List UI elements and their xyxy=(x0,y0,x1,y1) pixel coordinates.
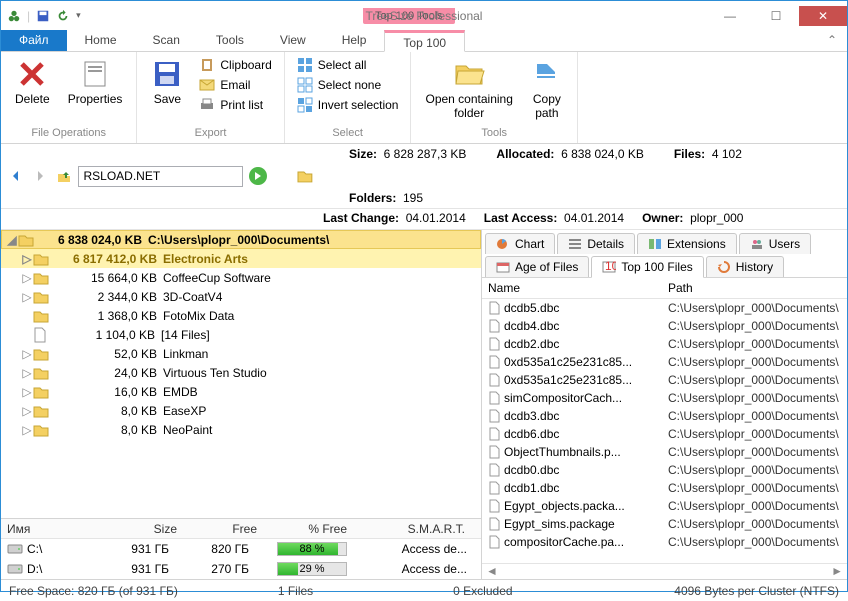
status-files: 1 Files xyxy=(278,584,353,598)
tree-row[interactable]: ▷6 817 412,0 KBElectronic Arts xyxy=(1,249,481,268)
save-button[interactable]: Save xyxy=(147,56,187,108)
nav-up-button[interactable] xyxy=(55,167,73,185)
drives-header-name[interactable]: Имя xyxy=(7,522,97,536)
refresh-icon[interactable] xyxy=(56,9,70,23)
folder-info-icon xyxy=(297,168,313,184)
file-row[interactable]: simCompositorCach...C:\Users\plopr_000\D… xyxy=(482,389,847,407)
tab-home[interactable]: Home xyxy=(67,30,135,51)
select-all-button[interactable]: Select all xyxy=(295,56,401,74)
file-list[interactable]: dcdb5.dbcC:\Users\plopr_000\Documents\dc… xyxy=(482,299,847,563)
print-list-button[interactable]: Print list xyxy=(197,96,273,114)
rtab-chart[interactable]: Chart xyxy=(485,233,555,254)
nav-forward-button[interactable] xyxy=(31,167,49,185)
group-tools: Tools xyxy=(421,125,566,141)
file-row[interactable]: dcdb0.dbcC:\Users\plopr_000\Documents\ xyxy=(482,461,847,479)
directory-tree[interactable]: ◢ 6 838 024,0 KB C:\Users\plopr_000\Docu… xyxy=(1,230,481,490)
open-containing-folder-button[interactable]: Open containing folder xyxy=(421,56,516,122)
status-free-space: Free Space: 820 ГБ (of 931 ГБ) xyxy=(9,584,218,598)
tree-row[interactable]: 1 104,0 KB[14 Files] xyxy=(1,325,481,344)
file-row[interactable]: 0xd535a1c25e231c85...C:\Users\plopr_000\… xyxy=(482,371,847,389)
status-cluster: 4096 Bytes per Cluster (NTFS) xyxy=(674,584,839,598)
tree-root[interactable]: ◢ 6 838 024,0 KB C:\Users\plopr_000\Docu… xyxy=(1,230,481,249)
window-title: TreeSize Professional xyxy=(366,9,483,23)
status-excluded: 0 Excluded xyxy=(453,584,552,598)
file-row[interactable]: dcdb5.dbcC:\Users\plopr_000\Documents\ xyxy=(482,299,847,317)
copy-path-button[interactable]: Copy path xyxy=(527,56,567,122)
file-row[interactable]: dcdb3.dbcC:\Users\plopr_000\Documents\ xyxy=(482,407,847,425)
file-row[interactable]: 0xd535a1c25e231c85...C:\Users\plopr_000\… xyxy=(482,353,847,371)
tree-row[interactable]: ▷52,0 KBLinkman xyxy=(1,344,481,363)
tree-row[interactable]: ▷2 344,0 KB3D-CoatV4 xyxy=(1,287,481,306)
collapse-ribbon-icon[interactable]: ⌃ xyxy=(827,33,837,47)
go-button[interactable] xyxy=(249,167,267,185)
rtab-users[interactable]: Users xyxy=(739,233,811,254)
tab-top100[interactable]: Top 100 xyxy=(384,30,465,52)
address-input[interactable] xyxy=(78,166,243,187)
tab-tools[interactable]: Tools xyxy=(198,30,262,51)
drives-header-free[interactable]: Free xyxy=(177,522,257,536)
address-bar-row: Size: 6 828 287,3 KB Allocated: 6 838 02… xyxy=(1,144,847,209)
file-row[interactable]: dcdb1.dbcC:\Users\plopr_000\Documents\ xyxy=(482,479,847,497)
tree-row[interactable]: ▷8,0 KBEaseXP xyxy=(1,401,481,420)
file-row[interactable]: Egypt_objects.packa...C:\Users\plopr_000… xyxy=(482,497,847,515)
tree-row[interactable]: ▷8,0 KBNeoPaint xyxy=(1,420,481,439)
file-row[interactable]: compositorCache.pa...C:\Users\plopr_000\… xyxy=(482,533,847,551)
info-row-2: Last Change: 04.01.2014 Last Access: 04.… xyxy=(1,209,847,230)
drive-row[interactable]: D:\ 931 ГБ 270 ГБ 29 % Access de... xyxy=(1,559,481,579)
right-tabs: Chart Details Extensions Users Age of Fi… xyxy=(482,230,847,278)
close-button[interactable]: ✕ xyxy=(799,6,847,26)
qat-dropdown-icon[interactable]: ▾ xyxy=(76,10,81,21)
file-row[interactable]: dcdb6.dbcC:\Users\plopr_000\Documents\ xyxy=(482,425,847,443)
drives-header-size[interactable]: Size xyxy=(97,522,177,536)
drives-header-smart[interactable]: S.M.A.R.T. xyxy=(347,522,475,536)
hscroll-right-icon[interactable]: ► xyxy=(831,564,843,579)
qat-divider: | xyxy=(27,9,30,23)
group-select: Select xyxy=(295,125,401,141)
file-row[interactable]: dcdb2.dbcC:\Users\plopr_000\Documents\ xyxy=(482,335,847,353)
minimize-button[interactable]: — xyxy=(707,6,753,26)
tree-row[interactable]: ▷15 664,0 KBCoffeeCup Software xyxy=(1,268,481,287)
rtab-history[interactable]: History xyxy=(706,256,784,277)
tab-scan[interactable]: Scan xyxy=(135,30,198,51)
tab-view[interactable]: View xyxy=(262,30,324,51)
file-list-header-name[interactable]: Name xyxy=(488,281,668,295)
save-icon[interactable] xyxy=(36,9,50,23)
properties-button[interactable]: Properties xyxy=(64,56,127,108)
tree-row[interactable]: ▷16,0 KBEMDB xyxy=(1,382,481,401)
rtab-details[interactable]: Details xyxy=(557,233,635,254)
delete-button[interactable]: Delete xyxy=(11,56,54,108)
app-icon xyxy=(7,9,21,23)
titlebar: | ▾ Top 100 Tools TreeSize Professional … xyxy=(1,1,847,30)
hscroll-left-icon[interactable]: ◄ xyxy=(486,564,498,579)
drives-header-pct[interactable]: % Free xyxy=(257,522,347,536)
tab-file[interactable]: Файл xyxy=(1,30,67,51)
file-list-header-path[interactable]: Path xyxy=(668,281,693,295)
file-row[interactable]: ObjectThumbnails.p...C:\Users\plopr_000\… xyxy=(482,443,847,461)
maximize-button[interactable]: ☐ xyxy=(753,6,799,26)
rtab-age[interactable]: Age of Files xyxy=(485,256,589,277)
rtab-extensions[interactable]: Extensions xyxy=(637,233,737,254)
group-file-operations: File Operations xyxy=(11,125,126,141)
file-row[interactable]: dcdb4.dbcC:\Users\plopr_000\Documents\ xyxy=(482,317,847,335)
tab-help[interactable]: Help xyxy=(324,30,385,51)
nav-back-button[interactable] xyxy=(7,167,25,185)
tree-row[interactable]: ▷24,0 KBVirtuous Ten Studio xyxy=(1,363,481,382)
svg-text:100: 100 xyxy=(605,261,616,273)
clipboard-button[interactable]: Clipboard xyxy=(197,56,273,74)
drives-panel: Имя Size Free % Free S.M.A.R.T. C:\ 931 … xyxy=(1,518,481,579)
select-none-button[interactable]: Select none xyxy=(295,76,401,94)
drive-row[interactable]: C:\ 931 ГБ 820 ГБ 88 % Access de... xyxy=(1,539,481,559)
tree-row[interactable]: 1 368,0 KBFotoMix Data xyxy=(1,306,481,325)
email-button[interactable]: Email xyxy=(197,76,273,94)
file-row[interactable]: Egypt_sims.packageC:\Users\plopr_000\Doc… xyxy=(482,515,847,533)
file-list-header: Name Path xyxy=(482,278,847,299)
ribbon-tabs: Файл Home Scan Tools View Help Top 100 ⌃ xyxy=(1,30,847,52)
group-export: Export xyxy=(147,125,273,141)
invert-selection-button[interactable]: Invert selection xyxy=(295,96,401,114)
ribbon: Delete Properties File Operations Save C… xyxy=(1,52,847,144)
status-bar: Free Space: 820 ГБ (of 931 ГБ) 1 Files 0… xyxy=(1,579,847,601)
rtab-top100[interactable]: 100Top 100 Files xyxy=(591,256,703,278)
